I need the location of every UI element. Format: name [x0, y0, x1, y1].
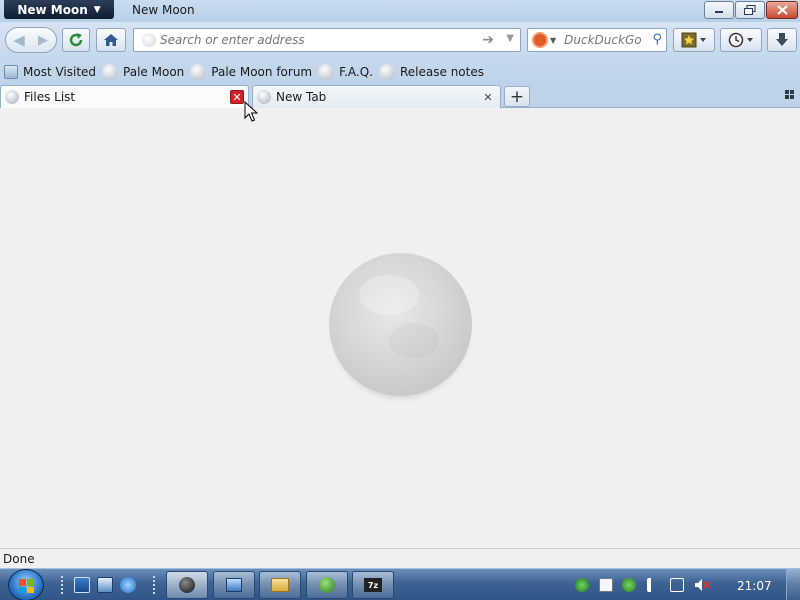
bookmarks-menu-button[interactable] [673, 28, 715, 52]
clock-icon [728, 32, 753, 48]
network-globe-icon [319, 577, 335, 593]
reload-button[interactable] [62, 28, 90, 52]
duckduckgo-icon[interactable] [532, 32, 548, 48]
home-icon [104, 34, 118, 46]
title-bar: New Moon ▼ New Moon [0, 0, 800, 22]
tab-files-list[interactable]: Files List ✕ [0, 85, 249, 108]
navigation-toolbar: ◀ ▶ ➔ ▼ ▼ ⚲ [0, 22, 800, 60]
start-button[interactable] [8, 569, 44, 600]
tab-label: New Tab [276, 90, 327, 104]
bookmark-label: Pale Moon [123, 65, 185, 79]
show-desktop-button[interactable] [786, 569, 800, 600]
globe-icon [190, 64, 207, 80]
address-bar[interactable]: ➔ ▼ [133, 28, 521, 52]
system-clock[interactable]: 21:07 [737, 579, 772, 593]
toolbar-grip[interactable] [60, 575, 64, 595]
globe-icon [5, 90, 19, 104]
close-icon: ✕ [483, 90, 493, 104]
home-button[interactable] [96, 28, 126, 52]
bookmark-label: Pale Moon forum [211, 65, 313, 79]
windows-logo-icon [19, 579, 35, 593]
taskbar-network-app[interactable] [306, 571, 348, 599]
restore-button[interactable] [735, 1, 765, 19]
search-bar[interactable]: ▼ ⚲ [527, 28, 667, 52]
bookmark-faq[interactable]: F.A.Q. [318, 64, 373, 80]
tray-network-globe-icon[interactable] [575, 578, 589, 592]
status-bar: Done [0, 548, 800, 568]
status-text: Done [3, 551, 35, 566]
site-identity-icon [142, 33, 156, 47]
volume-muted-icon[interactable] [694, 578, 710, 592]
forward-button[interactable]: ▶ [32, 33, 54, 48]
forward-arrow-icon: ▶ [38, 32, 48, 48]
tab-strip: Files List ✕ New Tab ✕ + [0, 84, 800, 108]
chevron-down-icon: ▼ [550, 35, 557, 45]
tab-close-button[interactable]: ✕ [481, 90, 495, 104]
reload-icon [69, 33, 83, 47]
chevron-down-icon: ▼ [93, 4, 101, 15]
show-desktop-icon[interactable] [74, 577, 90, 593]
window-title: New Moon [132, 3, 195, 17]
bookmark-pale-moon-forum[interactable]: Pale Moon forum [190, 64, 312, 80]
close-window-button[interactable] [766, 1, 798, 19]
pale-moon-logo [329, 253, 472, 396]
bookmark-label: F.A.Q. [339, 65, 373, 79]
bookmark-label: Release notes [400, 65, 484, 79]
minimize-button[interactable] [704, 1, 734, 19]
switch-windows-icon[interactable] [97, 577, 113, 593]
bookmark-release-notes[interactable]: Release notes [379, 64, 484, 80]
bookmarks-toolbar: Most Visited Pale Moon Pale Moon forum F… [0, 60, 800, 84]
search-input[interactable] [564, 33, 653, 47]
toolbar-grip[interactable] [152, 575, 156, 595]
taskbar-pale-moon[interactable] [166, 571, 208, 599]
back-arrow-icon: ◀ [13, 31, 25, 49]
network-status-icon[interactable] [670, 578, 684, 592]
downloads-button[interactable] [767, 28, 797, 52]
url-dropdown-icon[interactable]: ▼ [506, 33, 514, 44]
bookmarks-star-icon [681, 32, 706, 48]
globe-icon [102, 64, 119, 80]
address-input[interactable] [160, 33, 470, 47]
window-controls [704, 1, 798, 19]
bookmark-label: Most Visited [23, 65, 97, 79]
monitor-icon [226, 578, 242, 592]
7zip-icon: 7z [364, 578, 382, 592]
new-tab-button[interactable]: + [504, 86, 530, 107]
back-forward-group: ◀ ▶ [5, 27, 57, 53]
globe-icon [257, 90, 271, 104]
taskbar-file-explorer[interactable] [259, 571, 301, 599]
globe-icon [318, 64, 335, 80]
bookmark-most-visited[interactable]: Most Visited [4, 65, 96, 79]
taskbar: 7z 21:07 [0, 568, 800, 600]
tray-document-icon[interactable] [599, 578, 613, 592]
tab-new-tab[interactable]: New Tab ✕ [252, 85, 501, 108]
app-menu-button[interactable]: New Moon ▼ [4, 0, 114, 19]
tab-close-button[interactable]: ✕ [230, 90, 244, 104]
history-button[interactable] [720, 28, 762, 52]
pale-moon-icon [179, 577, 195, 593]
list-all-tabs-icon[interactable] [785, 90, 794, 99]
bookmark-pale-moon[interactable]: Pale Moon [102, 64, 184, 80]
download-icon [776, 33, 788, 46]
taskbar-remote-desktop[interactable] [213, 571, 255, 599]
globe-icon [379, 64, 395, 80]
internet-explorer-icon[interactable] [120, 577, 136, 593]
tray-security-check-icon[interactable] [622, 578, 636, 592]
folder-icon [271, 578, 289, 592]
close-icon [776, 5, 788, 15]
back-button[interactable]: ◀ [6, 27, 32, 53]
app-menu-label: New Moon [17, 2, 88, 17]
taskbar-7zip[interactable]: 7z [352, 571, 394, 599]
go-arrow-icon[interactable]: ➔ [482, 32, 494, 48]
mouse-cursor-icon [244, 101, 258, 122]
search-icon[interactable]: ⚲ [652, 32, 662, 47]
tab-label: Files List [24, 90, 76, 104]
page-content [0, 108, 800, 548]
restore-icon [744, 5, 756, 15]
close-icon: ✕ [232, 90, 242, 104]
minimize-icon [715, 11, 723, 13]
most-visited-icon [4, 65, 18, 79]
plus-icon: + [509, 86, 525, 107]
action-center-flag-icon[interactable] [647, 578, 659, 592]
